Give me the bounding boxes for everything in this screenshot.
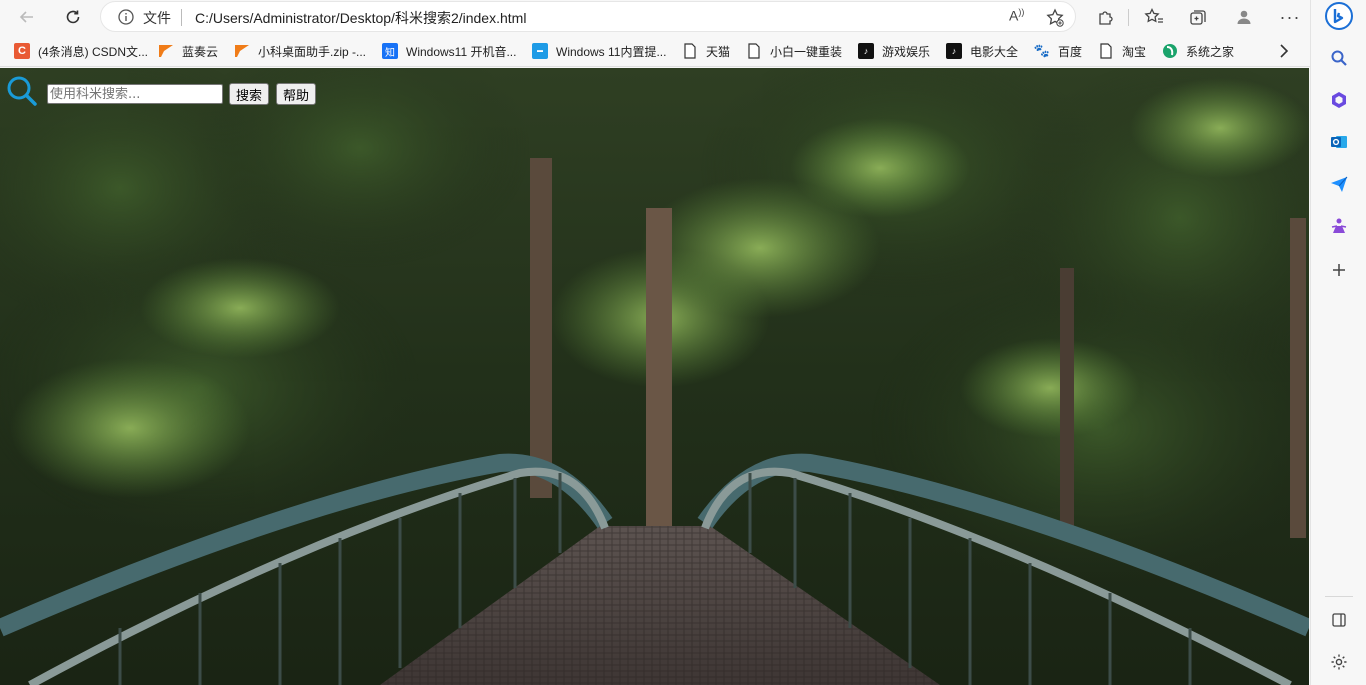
puzzle-icon — [1099, 11, 1113, 25]
profile-avatar-icon — [1237, 10, 1251, 24]
bookmark-taobao[interactable]: 淘宝 — [1098, 41, 1146, 61]
bookmark-xiaoke-zip[interactable]: 小科桌面助手.zip -... — [234, 41, 366, 61]
bookmark-label: 小白一键重装 — [770, 44, 843, 59]
bookmark-tmall[interactable]: 天猫 — [682, 41, 730, 61]
sidebar-panel-icon — [1332, 613, 1346, 627]
plus-icon — [1333, 264, 1345, 276]
csdn-icon: C — [14, 43, 30, 59]
page-icon — [682, 43, 698, 59]
bookmark-win11-tips[interactable]: ▬ Windows 11内置提... — [532, 41, 666, 61]
sidebar-divider — [1325, 596, 1353, 597]
bookmarks-overflow-chevron-icon[interactable] — [1274, 41, 1294, 61]
bookmark-label: 游戏娱乐 — [882, 44, 931, 59]
search-sidebar-button[interactable] — [1325, 44, 1353, 72]
extensions-button[interactable] — [1094, 5, 1118, 29]
address-bar[interactable]: 文件 C:/Users/Administrator/Desktop/科米搜索2/… — [100, 1, 1076, 32]
bookmark-label: 小科桌面助手.zip -... — [258, 44, 367, 59]
zhihu-icon: 知 — [382, 43, 398, 59]
baidu-paw-icon: 🐾 — [1033, 43, 1051, 58]
profile-button[interactable] — [1232, 5, 1256, 29]
bing-chat-button[interactable] — [1325, 2, 1353, 30]
games-button[interactable] — [1325, 212, 1353, 240]
file-scheme-label: 文件 — [143, 10, 171, 26]
bookmark-games[interactable]: ♪ 游戏娱乐 — [858, 41, 930, 61]
bookmark-label: 蓝奏云 — [182, 44, 219, 59]
bing-icon — [1325, 2, 1353, 30]
bookmark-csdn[interactable]: C (4条消息) CSDN文... — [14, 41, 148, 61]
send-button[interactable] — [1325, 170, 1353, 198]
page-background-image — [0, 68, 1309, 685]
search-input[interactable] — [47, 84, 223, 104]
bookmark-zhihu[interactable]: 知 Windows11 开机音... — [382, 41, 516, 61]
address-separator — [181, 9, 182, 26]
refresh-button[interactable] — [60, 5, 86, 29]
site-icon: ▬ — [532, 43, 548, 59]
page-icon — [1098, 43, 1114, 59]
favorites-button[interactable] — [1142, 5, 1166, 29]
lanzou-icon — [158, 43, 174, 59]
office-icon — [1332, 92, 1346, 108]
forest-bridge-scene — [0, 68, 1309, 685]
toolbar-divider — [1128, 9, 1129, 26]
magnifier-logo-icon — [7, 76, 37, 106]
games-figure-icon — [1331, 218, 1347, 233]
back-button[interactable] — [14, 5, 40, 29]
bookmark-label: Windows 11内置提... — [556, 44, 667, 59]
bookmark-label: 天猫 — [706, 44, 731, 59]
office-button[interactable] — [1325, 86, 1353, 114]
more-menu-icon[interactable]: ··· — [1278, 5, 1302, 29]
add-sidebar-app-button[interactable] — [1325, 256, 1353, 284]
browser-toolbar: 文件 C:/Users/Administrator/Desktop/科米搜索2/… — [0, 0, 1310, 35]
bookmark-xiaobai[interactable]: 小白一键重装 — [746, 41, 842, 61]
favorites-star-list-icon — [1144, 8, 1163, 23]
read-aloud-icon[interactable]: A)) — [1009, 7, 1024, 24]
lanzou-icon — [234, 43, 250, 59]
bookmark-label: 淘宝 — [1122, 44, 1147, 59]
add-favorite-icon[interactable] — [1045, 8, 1065, 28]
tiktok-icon: ♪ — [858, 43, 874, 59]
collections-button[interactable] — [1186, 5, 1210, 29]
search-icon — [1331, 50, 1347, 66]
sidebar-settings-button[interactable] — [1325, 648, 1353, 676]
help-button[interactable]: 帮助 — [276, 83, 317, 105]
favorites-bar: C (4条消息) CSDN文... 蓝奏云 小科桌面助手.zip -... 知 … — [0, 35, 1310, 67]
outlook-icon — [1331, 136, 1347, 148]
url-text[interactable]: C:/Users/Administrator/Desktop/科米搜索2/ind… — [195, 8, 526, 28]
bookmark-label: (4条消息) CSDN文... — [38, 44, 149, 59]
paper-plane-icon — [1331, 176, 1348, 192]
hide-sidebar-button[interactable] — [1325, 606, 1353, 634]
collections-icon — [1190, 10, 1206, 25]
bookmark-label: 系统之家 — [1186, 44, 1235, 59]
xitong-icon — [1162, 43, 1178, 59]
edge-sidebar — [1310, 0, 1366, 685]
bookmark-label: 电影大全 — [970, 44, 1019, 59]
info-icon[interactable] — [117, 8, 135, 26]
bookmark-label: Windows11 开机音... — [406, 44, 517, 59]
bookmark-movies[interactable]: ♪ 电影大全 — [946, 41, 1018, 61]
gear-icon — [1331, 654, 1347, 670]
bookmark-baidu[interactable]: 🐾 百度 — [1034, 41, 1082, 61]
search-button[interactable]: 搜索 — [229, 83, 270, 105]
refresh-icon — [66, 10, 80, 24]
bookmark-label: 百度 — [1058, 44, 1083, 59]
outlook-button[interactable] — [1325, 128, 1353, 156]
back-arrow-icon — [19, 11, 33, 23]
bookmark-xitongzhijia[interactable]: 系统之家 — [1162, 41, 1234, 61]
page-icon — [746, 43, 762, 59]
tiktok-icon: ♪ — [946, 43, 962, 59]
bookmark-lanzou[interactable]: 蓝奏云 — [158, 41, 218, 61]
